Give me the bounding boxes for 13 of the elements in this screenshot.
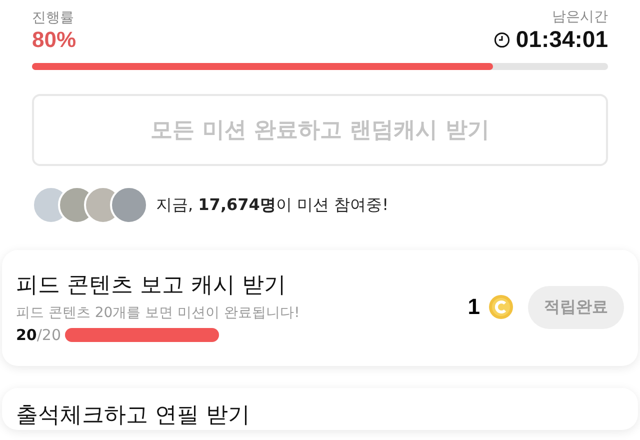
clock-icon bbox=[494, 32, 510, 48]
participants-text: 지금, 17,674명이 미션 참여중! bbox=[156, 194, 389, 216]
progress-label: 진행률 bbox=[32, 9, 75, 27]
mission-total: /20 bbox=[36, 326, 62, 344]
coin-icon bbox=[488, 294, 514, 320]
remaining-time-label: 남은시간 bbox=[552, 8, 608, 26]
mission-count: 20 bbox=[16, 326, 37, 344]
mission-title: 출석체크하고 연필 받기 bbox=[16, 402, 250, 430]
mission-title: 피드 콘텐츠 보고 캐시 받기 bbox=[16, 272, 287, 300]
progress-percent: 80% bbox=[32, 27, 76, 53]
mission-description: 피드 콘텐츠 20개를 보면 미션이 완료됩니다! bbox=[16, 304, 301, 322]
remaining-time: 01:34:01 bbox=[516, 26, 608, 53]
reward-amount: 1 bbox=[468, 294, 480, 320]
